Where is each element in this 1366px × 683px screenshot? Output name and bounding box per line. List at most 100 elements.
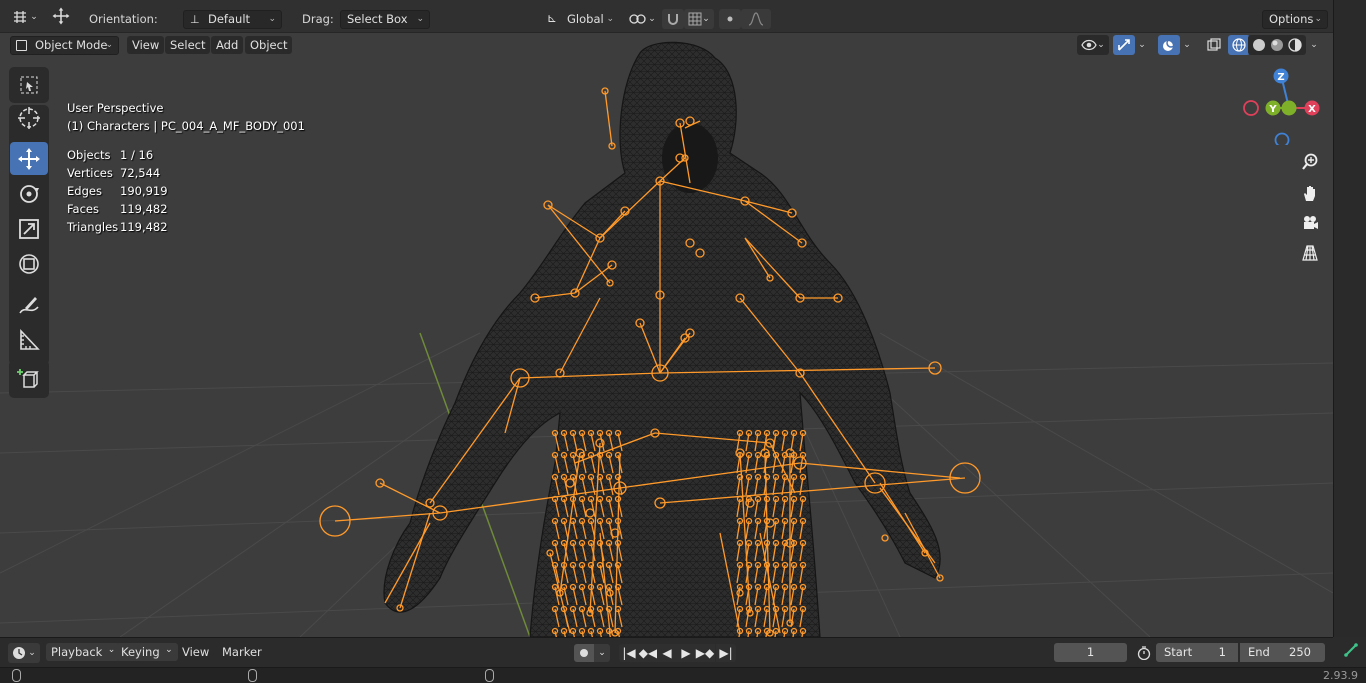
rotate-icon[interactable]	[10, 177, 48, 210]
version-label: 2.93.9	[1323, 669, 1358, 682]
status-bar: 2.93.9	[0, 667, 1366, 683]
chevron-down-icon: ⌄	[105, 40, 113, 50]
menu-add[interactable]: Add	[211, 36, 244, 54]
play-icon[interactable]: ▶	[676, 644, 696, 662]
zoom-icon[interactable]	[1298, 150, 1322, 174]
menu-timeline-view[interactable]: View	[177, 643, 214, 661]
select-box-icon[interactable]	[10, 68, 48, 101]
bone	[604, 90, 613, 147]
transform-orientation-dropdown[interactable]: ⊾ Global ⌄	[541, 10, 620, 29]
drag-dropdown[interactable]: Select Box ⌄	[340, 10, 430, 29]
navigation-gizmo[interactable]: Z Y X	[1236, 63, 1332, 145]
active-object-name: (1) Characters | PC_004_A_MF_BODY_001	[67, 119, 305, 133]
falloff-icon[interactable]	[741, 9, 771, 29]
orientation-dropdown[interactable]: ⊥ Default ⌄	[183, 10, 282, 29]
snap-element-icon[interactable]: ⌄	[684, 9, 714, 29]
gizmo-toggle-icon[interactable]	[1113, 35, 1135, 55]
end-frame-field[interactable]: End 250	[1240, 643, 1325, 662]
end-label: End	[1248, 645, 1270, 659]
options-dropdown[interactable]: Options ⌄	[1262, 10, 1328, 29]
chevron-down-icon: ⌄	[165, 645, 173, 655]
measure-icon[interactable]	[10, 323, 48, 356]
xray-toggle-icon[interactable]	[1203, 35, 1225, 55]
svg-text:X: X	[1308, 104, 1316, 115]
current-frame-field[interactable]: 1	[1054, 643, 1127, 662]
mode-value: Object Mode	[35, 38, 108, 52]
play-reverse-icon[interactable]: ◀	[657, 644, 677, 662]
cursor-icon[interactable]	[10, 101, 48, 134]
transform-space-value: Global	[567, 12, 604, 26]
orientation-label: Orientation:	[89, 12, 158, 26]
pivot-point-icon[interactable]: ⌄	[627, 9, 657, 29]
gizmo-neg-y[interactable]	[1281, 100, 1297, 116]
properties-strip-bottom	[1333, 637, 1366, 667]
chevron-down-icon: ⌄	[606, 14, 614, 24]
stat-vertices: Vertices 72,544	[67, 166, 161, 180]
tool-settings-bar: ⌄ Orientation: ⊥ Default ⌄ Drag: Select B…	[0, 0, 1333, 33]
svg-text:Y: Y	[1268, 104, 1277, 115]
bone-icon[interactable]	[1337, 637, 1364, 663]
record-button[interactable]	[574, 644, 594, 662]
blender-window: User Perspective (1) Characters | PC_004…	[0, 0, 1366, 683]
annotate-icon[interactable]	[10, 288, 48, 321]
keying-label: Keying	[121, 645, 160, 659]
wireframe-shading-icon[interactable]	[1228, 35, 1250, 55]
menu-marker[interactable]: Marker	[217, 643, 267, 661]
object-mode-icon	[16, 40, 27, 51]
stat-faces: Faces 119,482	[67, 202, 168, 216]
view-name: User Perspective	[67, 101, 164, 115]
camera-icon[interactable]	[1298, 211, 1322, 235]
overlays-icon[interactable]	[1158, 35, 1180, 55]
mouse-right-icon	[485, 669, 494, 682]
stat-triangles: Triangles 119,482	[67, 220, 168, 234]
3d-viewport[interactable]: User Perspective (1) Characters | PC_004…	[0, 33, 1333, 637]
chevron-down-icon: ⌄	[268, 14, 276, 24]
menu-object[interactable]: Object	[245, 36, 293, 54]
start-frame-field[interactable]: Start 1	[1156, 643, 1238, 662]
chevron-down-icon: ⌄	[107, 645, 116, 655]
move-icon[interactable]	[10, 142, 48, 175]
scale-icon[interactable]	[10, 212, 48, 245]
snap-toggle-icon[interactable]	[662, 9, 684, 29]
stat-objects: Objects 1 / 16	[67, 148, 154, 162]
auto-key-options-button[interactable]: ⌄	[594, 644, 610, 662]
menu-keying[interactable]: Keying ⌄	[116, 643, 178, 661]
pan-hand-icon[interactable]	[1298, 181, 1322, 205]
mouse-left-icon	[12, 669, 21, 682]
chevron-down-icon: ⌄	[1314, 14, 1322, 24]
jump-to-keyframe-prev-icon[interactable]: ◆◀	[638, 644, 658, 662]
rendered-shading-icon[interactable]	[1284, 35, 1306, 55]
options-label: Options	[1269, 12, 1314, 26]
chevron-down-icon[interactable]: ⌄	[1306, 35, 1322, 55]
chevron-down-icon[interactable]: ⌄	[1180, 35, 1194, 55]
stat-edges: Edges 190,919	[67, 184, 168, 198]
playback-label: Playback	[51, 645, 103, 659]
visibility-eye-icon[interactable]: ⌄	[1077, 35, 1109, 55]
transform-tool-icon	[50, 6, 72, 26]
proportional-editing-icon[interactable]	[719, 9, 741, 29]
jump-to-end-icon[interactable]: ▶|	[716, 644, 736, 662]
perspective-grid-icon[interactable]	[1298, 241, 1322, 265]
global-axes-icon: ⊾	[547, 11, 558, 25]
drag-value: Select Box	[347, 12, 408, 26]
start-value: 1	[1218, 645, 1226, 659]
svg-text:Z: Z	[1277, 72, 1284, 83]
clock-editor-icon[interactable]: ⌄	[8, 643, 40, 663]
jump-to-start-icon[interactable]: |◀	[619, 644, 639, 662]
jump-to-keyframe-next-icon[interactable]: ▶◆	[695, 644, 715, 662]
menu-select[interactable]: Select	[165, 36, 211, 54]
editor-type-icon[interactable]: ⌄	[10, 7, 40, 27]
menu-view[interactable]: View	[127, 36, 165, 54]
viewport-header: Object Mode ⌄ View Select Add Object ⌄ ⌄ …	[0, 33, 1333, 57]
gizmo-neg-x[interactable]	[1243, 100, 1259, 116]
add-cube-icon[interactable]	[10, 362, 48, 395]
chevron-down-icon[interactable]: ⌄	[1135, 35, 1149, 55]
mode-dropdown[interactable]: Object Mode ⌄	[10, 36, 119, 55]
orientation-value: Default	[208, 12, 251, 26]
drag-label: Drag:	[302, 12, 334, 26]
transform-icon[interactable]	[10, 247, 48, 280]
bone-joint	[881, 534, 889, 542]
stopwatch-icon[interactable]	[1133, 643, 1155, 663]
gizmo-neg-z[interactable]	[1274, 132, 1290, 146]
menu-playback[interactable]: Playback ⌄	[46, 643, 121, 661]
